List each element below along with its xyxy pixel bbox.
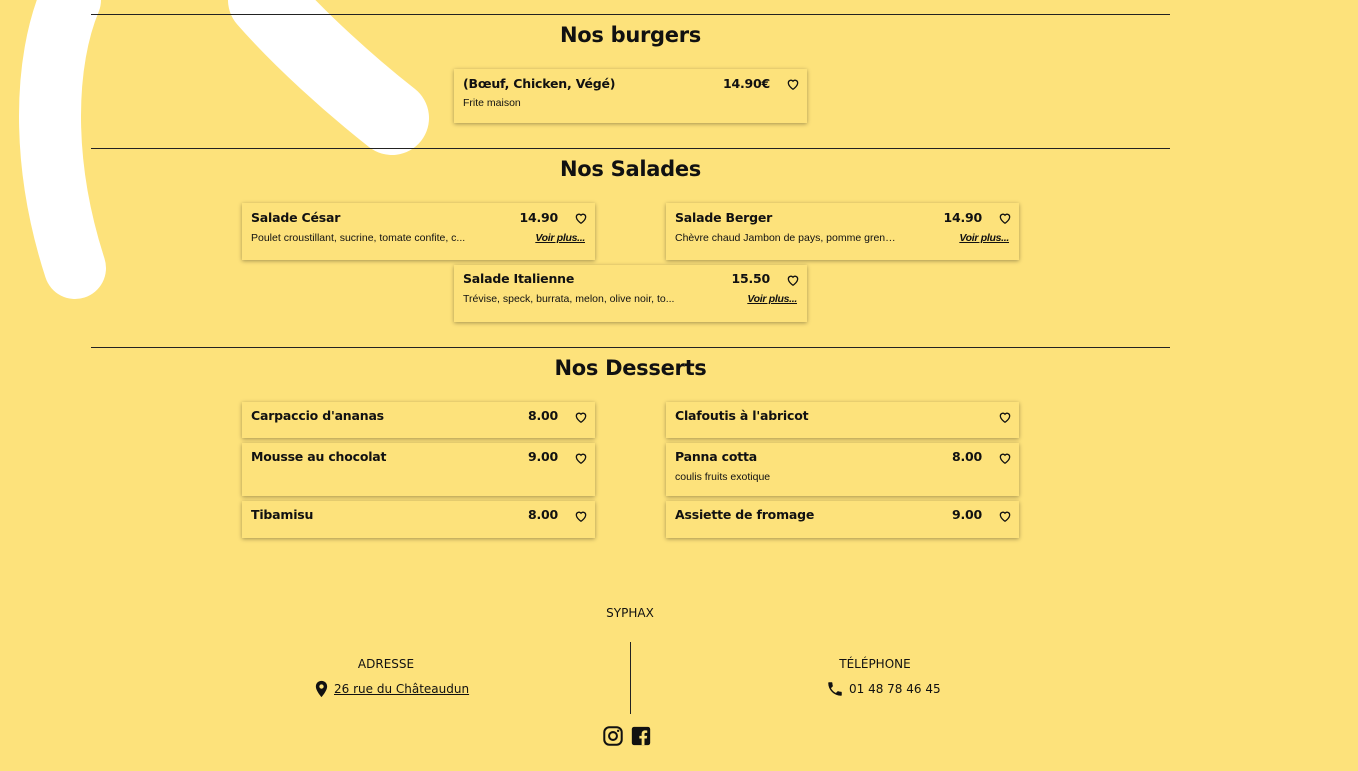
address-label: ADRESSE [357,657,415,671]
address-row: 26 rue du Châteaudun [314,680,469,698]
item-name: (Bœuf, Chicken, Végé) [463,76,616,91]
menu-card-salade-berger[interactable]: Salade Berger 14.90 Chèvre chaud Jambon … [666,203,1019,260]
item-price: 9.00 [527,449,558,464]
menu-card-dessert[interactable]: Clafoutis à l'abricot [666,402,1019,438]
phone-row: 01 48 78 46 45 [826,680,941,698]
facebook-icon[interactable] [630,725,652,747]
address-link[interactable]: 26 rue du Châteaudun [334,682,469,696]
item-price: 14.90 [519,210,558,225]
heart-icon[interactable] [998,410,1012,424]
heart-icon[interactable] [574,451,588,465]
footer-brand: SYPHAX [606,606,654,620]
item-description: Trévise, speck, burrata, melon, olive no… [463,293,675,305]
section-divider [91,14,1170,15]
phone-link[interactable]: 01 48 78 46 45 [849,682,941,696]
heart-icon[interactable] [574,410,588,424]
section-title-burgers: Nos burgers [560,23,701,47]
item-price: 14.90 [943,210,982,225]
item-price: 8.00 [951,449,982,464]
item-name: Carpaccio d'ananas [251,408,384,423]
voir-plus-link[interactable]: Voir plus... [959,232,1009,244]
item-price: 15.50 [731,271,770,286]
menu-card-salade-cesar[interactable]: Salade César 14.90 Poulet croustillant, … [242,203,595,260]
instagram-icon[interactable] [602,725,624,747]
heart-icon[interactable] [786,77,800,91]
item-name: Assiette de fromage [675,507,815,522]
item-price: 8.00 [527,507,558,522]
phone-label: TÉLÉPHONE [839,657,911,671]
menu-card-dessert[interactable]: Mousse au chocolat 9.00 [242,443,595,496]
item-price: 9.00 [951,507,982,522]
item-description: Frite maison [463,97,521,109]
item-description: coulis fruits exotique [675,471,771,483]
phone-icon [828,682,842,696]
section-divider [91,148,1170,149]
menu-card-salade-italienne[interactable]: Salade Italienne 15.50 Trévise, speck, b… [454,265,807,322]
section-title-salades: Nos Salades [560,157,701,181]
item-price: 8.00 [527,408,558,423]
item-description: Poulet croustillant, sucrine, tomate con… [251,232,466,244]
menu-card-dessert[interactable]: Tibamisu 8.00 [242,501,595,538]
heart-icon[interactable] [998,211,1012,225]
location-pin-icon [315,680,328,698]
voir-plus-link[interactable]: Voir plus... [535,232,585,244]
item-description: Chèvre chaud Jambon de pays, pomme grena… [675,232,897,244]
menu-card-dessert[interactable]: Panna cotta 8.00 coulis fruits exotique [666,443,1019,496]
section-title-desserts: Nos Desserts [554,356,707,380]
heart-icon[interactable] [786,273,800,287]
section-divider [91,347,1170,348]
voir-plus-link[interactable]: Voir plus... [747,293,797,305]
item-name: Clafoutis à l'abricot [675,408,809,423]
heart-icon[interactable] [574,509,588,523]
item-name: Tibamisu [251,507,314,522]
footer-divider [630,642,631,714]
heart-icon[interactable] [574,211,588,225]
item-name: Salade Berger [675,210,773,225]
item-price: 14.90€ [722,76,770,91]
item-name: Mousse au chocolat [251,449,387,464]
heart-icon[interactable] [998,509,1012,523]
heart-icon[interactable] [998,451,1012,465]
menu-card-burger[interactable]: (Bœuf, Chicken, Végé) 14.90€ Frite maiso… [454,69,807,123]
menu-card-dessert[interactable]: Carpaccio d'ananas 8.00 [242,402,595,438]
item-name: Salade Italienne [463,271,575,286]
menu-card-dessert[interactable]: Assiette de fromage 9.00 [666,501,1019,538]
item-name: Panna cotta [675,449,758,464]
item-name: Salade César [251,210,341,225]
